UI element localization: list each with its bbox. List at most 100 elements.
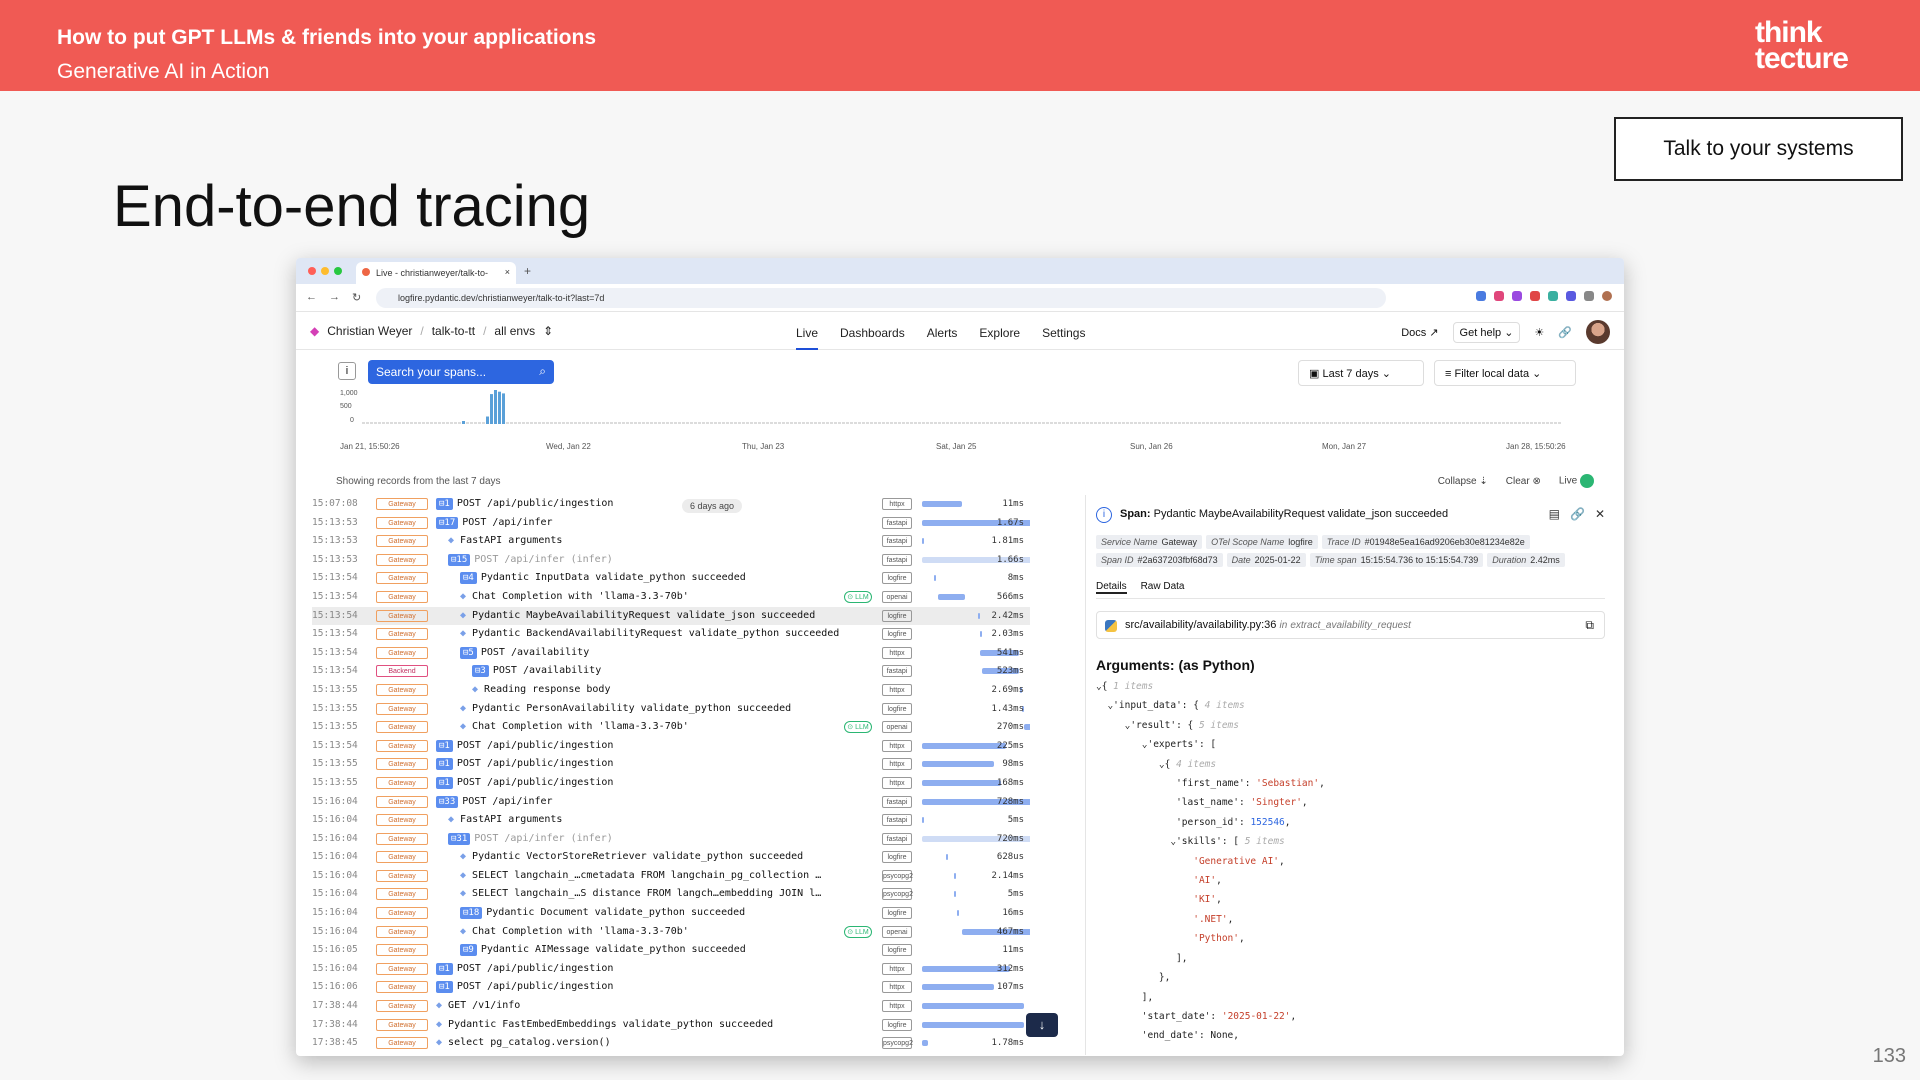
span-duration: 720ms (996, 833, 1024, 844)
tab-settings[interactable]: Settings (1042, 312, 1085, 350)
info-icon[interactable]: i (338, 362, 356, 380)
span-row[interactable]: 15:13:54 Gateway ◆ Pydantic MaybeAvailabil… (312, 606, 1030, 626)
span-row[interactable]: 15:13:53 Gateway ◆ FastAPI arguments fastap… (312, 532, 1030, 551)
span-row[interactable]: 17:38:44 Gateway ◆ Pydantic FastEmbedEmbed… (312, 1016, 1030, 1035)
child-count-toggle[interactable]: ⊟3 (472, 665, 489, 678)
docs-link[interactable]: Docs ↗ (1401, 326, 1438, 339)
link-icon[interactable]: 🔗 (1558, 326, 1572, 339)
span-row[interactable]: 15:16:05 Gateway ⊟9 Pydantic AIMessage vali… (312, 941, 1030, 960)
window-controls[interactable] (308, 267, 342, 275)
tab-explore[interactable]: Explore (979, 312, 1020, 350)
span-row[interactable]: 15:16:04 Gateway ⊟31 POST /api/infer (infer… (312, 830, 1030, 849)
scroll-down-button[interactable]: ↓ (1026, 1013, 1058, 1037)
child-count-toggle[interactable]: ⊟5 (460, 646, 477, 659)
minimize-window-icon[interactable] (321, 267, 329, 275)
child-count-toggle[interactable]: ⊟9 (460, 944, 477, 957)
extensions-menu-icon[interactable] (1584, 291, 1594, 301)
span-row[interactable]: 15:16:04 Gateway ◆ Chat Completion with 'l… (312, 923, 1030, 942)
maximize-window-icon[interactable] (334, 267, 342, 275)
span-row[interactable]: 15:13:54 Gateway ⊟5 POST /availability httpx… (312, 644, 1030, 663)
span-row[interactable]: 17:38:44 Gateway ◆ GET /v1/info httpx (312, 997, 1030, 1016)
collapse-button[interactable]: Collapse ⇣ (1438, 476, 1488, 487)
avatar[interactable] (1586, 320, 1610, 344)
tab-details[interactable]: Details (1096, 581, 1127, 594)
get-help-button[interactable]: Get help ⌄ (1452, 321, 1521, 343)
span-row[interactable]: 15:16:04 Gateway ◆ FastAPI arguments fastap… (312, 811, 1030, 830)
child-count-toggle[interactable]: ⊟1 (436, 776, 453, 789)
span-row[interactable]: 15:16:04 Gateway ⊟33 POST /api/infer fastapi… (312, 793, 1030, 812)
copy-link-icon[interactable]: 🔗 (1570, 507, 1585, 521)
breadcrumb-project[interactable]: talk-to-tt (432, 324, 475, 338)
theme-toggle-icon[interactable]: ☀ (1534, 326, 1544, 339)
breadcrumb-env[interactable]: all envs (494, 324, 535, 338)
clear-button[interactable]: Clear ⊗ (1506, 476, 1541, 487)
env-selector-icon[interactable]: ⇕ (543, 324, 553, 338)
close-window-icon[interactable] (308, 267, 316, 275)
span-row[interactable]: 15:16:06 Gateway ⊟1 POST /api/public/ingest… (312, 978, 1030, 997)
span-row[interactable]: 15:07:08 Gateway ⊟1 POST /api/public/ingest… (312, 495, 1030, 514)
close-tab-icon[interactable]: × (505, 267, 510, 277)
child-count-toggle[interactable]: ⊟33 (436, 795, 459, 808)
child-count-toggle[interactable]: ⊟15 (448, 553, 471, 566)
span-row[interactable]: 15:13:53 Gateway ⊟17 POST /api/infer fastapi… (312, 514, 1030, 533)
filter-local-data-select[interactable]: ≡ Filter local data ⌄ (1434, 360, 1576, 386)
span-row[interactable]: 15:13:54 Gateway ⊟1 POST /api/public/ingest… (312, 737, 1030, 756)
extension-icon[interactable] (1494, 291, 1504, 301)
back-icon[interactable]: ← (306, 291, 317, 304)
child-count-toggle[interactable]: ⊟31 (448, 832, 471, 845)
child-count-toggle[interactable]: ⊟17 (436, 516, 459, 529)
browser-tab[interactable]: Live - christianweyer/talk-to- × (356, 262, 516, 284)
live-toggle[interactable]: Live (1559, 474, 1594, 488)
span-row[interactable]: 15:16:04 Gateway ◆ SELECT langchain_…cmeta… (312, 867, 1030, 886)
tab-dashboards[interactable]: Dashboards (840, 312, 905, 350)
extension-icon[interactable] (1512, 291, 1522, 301)
span-row[interactable]: 15:16:04 Gateway ◆ SELECT langchain_…S dis… (312, 885, 1030, 904)
extension-icon[interactable] (1566, 291, 1576, 301)
child-count-toggle[interactable]: ⊟18 (460, 907, 483, 920)
child-count-toggle[interactable]: ⊟1 (436, 981, 453, 994)
extension-icon[interactable] (1548, 291, 1558, 301)
extension-icon[interactable] (1476, 291, 1486, 301)
histogram-bar (538, 422, 541, 424)
span-row[interactable]: 15:13:54 Gateway ⊟4 Pydantic InputData vali… (312, 569, 1030, 588)
child-count-toggle[interactable]: ⊟1 (436, 498, 453, 510)
span-row[interactable]: 15:16:04 Gateway ◆ Pydantic VectorStoreRet… (312, 848, 1030, 867)
span-time: 15:13:55 (312, 683, 358, 695)
forward-icon[interactable]: → (329, 291, 340, 304)
span-row[interactable]: 15:13:54 Gateway ◆ Pydantic BackendAvailab… (312, 625, 1030, 644)
panel-layout-icon[interactable]: ▤ (1549, 507, 1560, 521)
search-input[interactable]: Search your spans... ⌕ (368, 360, 554, 384)
child-count-toggle[interactable]: ⊟1 (436, 758, 453, 771)
span-row[interactable]: 15:16:04 Gateway ⊟18 Pydantic Document vali… (312, 904, 1030, 923)
span-row[interactable]: 15:13:55 Gateway ⊟1 POST /api/public/ingest… (312, 755, 1030, 774)
reload-icon[interactable]: ↻ (352, 291, 361, 304)
span-row[interactable]: 15:13:55 Gateway ◆ Pydantic PersonAvailabi… (312, 700, 1030, 719)
breadcrumb-org[interactable]: Christian Weyer (327, 324, 412, 338)
span-row[interactable]: 15:16:04 Gateway ⊟1 POST /api/public/ingest… (312, 960, 1030, 979)
span-row[interactable]: 15:13:55 Gateway ◆ Chat Completion with 'l… (312, 718, 1030, 737)
source-location[interactable]: src/availability/availability.py:36 in e… (1096, 611, 1605, 639)
copy-icon[interactable]: ⧉ (1585, 618, 1594, 633)
histogram-bar (1134, 422, 1137, 424)
span-row[interactable]: 15:13:55 Gateway ◆ Reading response body ht… (312, 681, 1030, 700)
time-range-select[interactable]: ▣ Last 7 days ⌄ (1298, 360, 1424, 386)
extension-icon[interactable] (1530, 291, 1540, 301)
span-row[interactable]: 17:38:45 Gateway ◆ select pg_catalog.versi… (312, 1034, 1030, 1053)
tab-alerts[interactable]: Alerts (927, 312, 958, 350)
span-row[interactable]: 15:13:55 Gateway ⊟1 POST /api/public/ingest… (312, 774, 1030, 793)
histogram-bar (1434, 422, 1437, 424)
close-icon[interactable]: ✕ (1595, 507, 1605, 521)
histogram-bars[interactable] (362, 390, 1562, 424)
child-count-toggle[interactable]: ⊟1 (436, 739, 453, 752)
child-count-toggle[interactable]: ⊟4 (460, 572, 477, 585)
tab-live[interactable]: Live (796, 312, 819, 350)
browser-tabbar: Live - christianweyer/talk-to- × + (296, 258, 1624, 284)
child-count-toggle[interactable]: ⊟1 (436, 962, 453, 975)
new-tab-icon[interactable]: + (524, 264, 531, 278)
profile-icon[interactable] (1602, 291, 1612, 301)
address-bar[interactable]: logfire.pydantic.dev/christianweyer/talk… (376, 288, 1386, 308)
span-row[interactable]: 15:13:54 Backend ⊟3 POST /availability fasta… (312, 662, 1030, 681)
span-row[interactable]: 15:13:54 Gateway ◆ Chat Completion with 'l… (312, 588, 1030, 607)
tab-raw-data[interactable]: Raw Data (1141, 581, 1185, 594)
span-row[interactable]: 15:13:53 Gateway ⊟15 POST /api/infer (infer… (312, 551, 1030, 570)
